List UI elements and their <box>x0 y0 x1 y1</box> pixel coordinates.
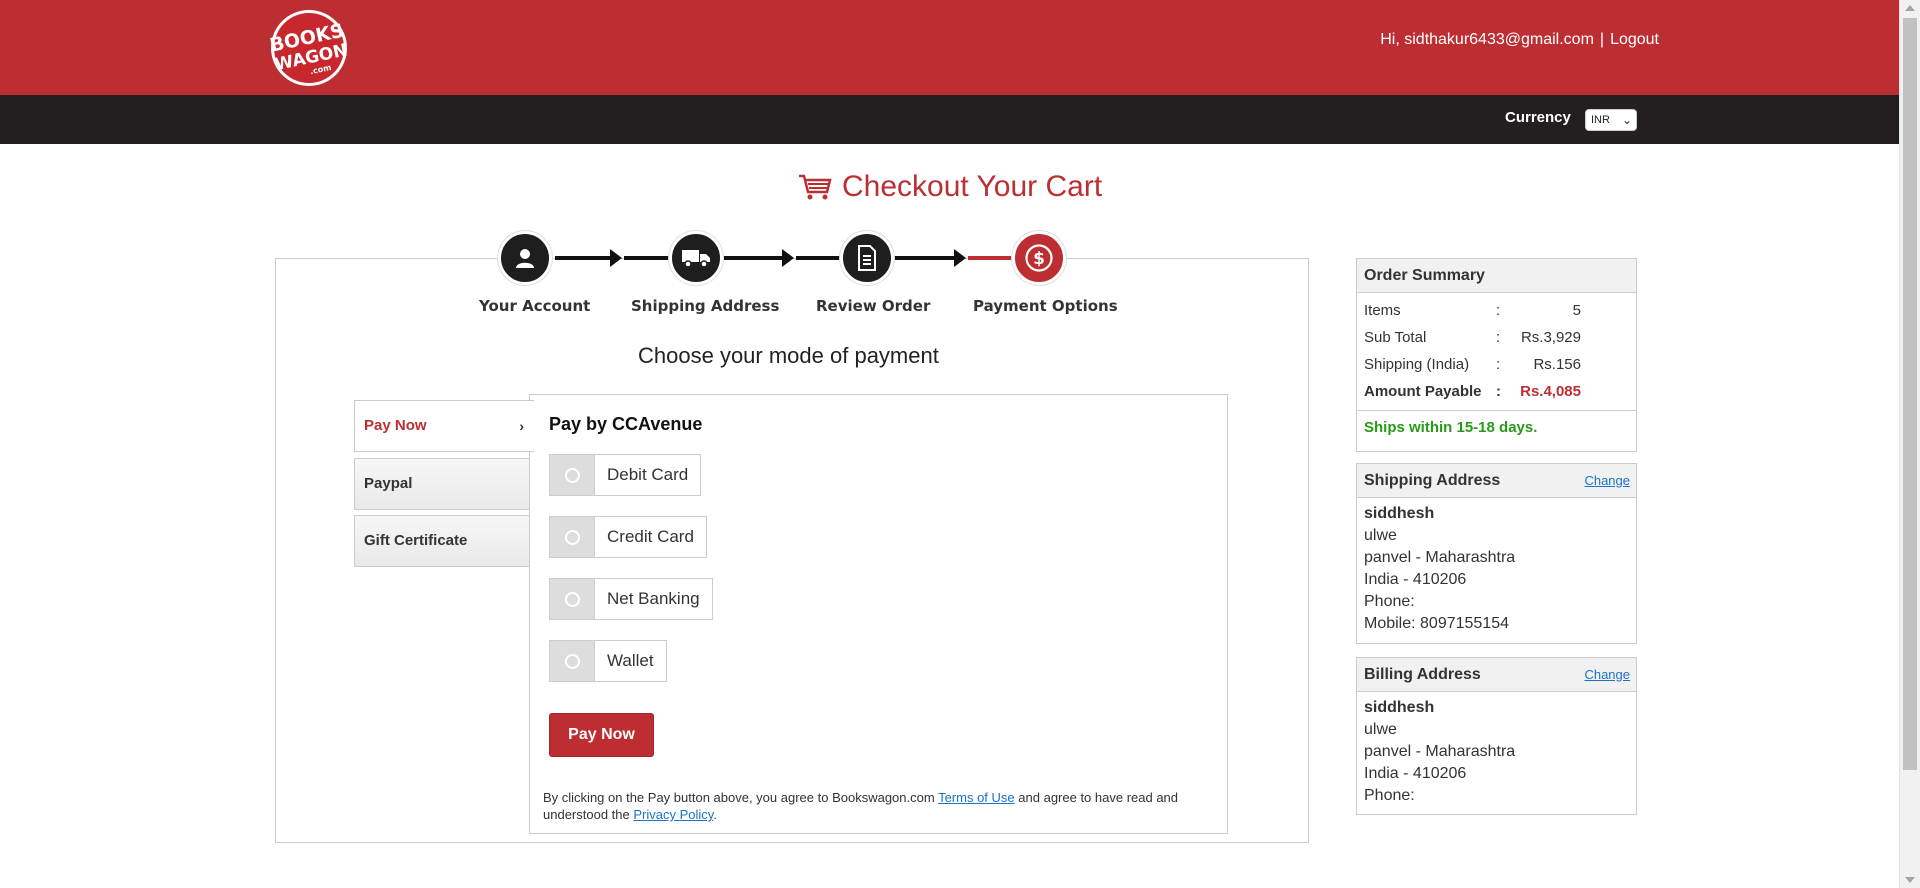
address-line: panvel - Maharashtra <box>1364 549 1516 566</box>
order-summary-box: Order Summary Items : 5 Sub Total : Rs.3… <box>1356 258 1637 452</box>
user-greeting: Hi, sidthakur6433@gmail.com <box>1380 31 1594 48</box>
billing-address-title: Billing Address <box>1364 666 1481 683</box>
summary-key: Items <box>1364 302 1401 319</box>
bookswagon-logo[interactable]: BOOKS WAGON .com <box>262 8 356 88</box>
address-name: siddhesh <box>1364 505 1435 522</box>
address-mobile: Mobile: 8097155154 <box>1364 615 1510 632</box>
address-line: India - 410206 <box>1364 765 1467 782</box>
radio-button[interactable] <box>564 653 580 669</box>
tab-label: Gift Certificate <box>364 532 468 549</box>
option-debit-card[interactable]: Debit Card <box>549 454 702 496</box>
tab-label: Paypal <box>364 475 413 492</box>
radio-wrapper <box>550 641 595 681</box>
chevron-down-icon: ⌄ <box>1621 113 1632 127</box>
scroll-down-arrow[interactable] <box>1905 877 1915 883</box>
summary-row-amount-payable: Amount Payable : Rs.4,085 <box>1357 378 1636 410</box>
summary-value: Rs.156 <box>1533 356 1581 373</box>
separator: | <box>1599 31 1605 48</box>
summary-key: Sub Total <box>1364 329 1427 346</box>
page-scrollbar[interactable] <box>1899 0 1920 888</box>
address-line: India - 410206 <box>1364 571 1467 588</box>
summary-colon: : <box>1496 329 1501 346</box>
option-label: Wallet <box>607 651 654 670</box>
billing-address-details: siddhesh ulwe panvel - Maharashtra India… <box>1357 692 1636 813</box>
change-shipping-link[interactable]: Change <box>1584 464 1630 498</box>
change-billing-link[interactable]: Change <box>1584 658 1630 692</box>
address-line: ulwe <box>1364 527 1397 544</box>
option-label: Debit Card <box>607 465 689 484</box>
payment-title: Pay by CCAvenue <box>549 414 703 434</box>
address-line: ulwe <box>1364 721 1397 738</box>
terms-of-use-link[interactable]: Terms of Use <box>938 790 1015 805</box>
shipping-time-note: Ships within 15-18 days. <box>1357 410 1636 443</box>
option-credit-card[interactable]: Credit Card <box>549 516 707 558</box>
pay-now-button[interactable]: Pay Now <box>549 713 654 757</box>
cart-icon <box>799 174 832 200</box>
billing-address-box: Billing Address Change siddhesh ulwe pan… <box>1356 657 1637 815</box>
tab-label: Pay Now <box>364 417 427 434</box>
radio-wrapper <box>550 517 595 557</box>
summary-value: 5 <box>1572 302 1581 319</box>
billing-address-header: Billing Address Change <box>1357 658 1636 692</box>
summary-colon: : <box>1496 356 1501 373</box>
tab-pay-now[interactable]: Pay Now › <box>354 400 534 452</box>
page-title-text: Checkout Your Cart <box>842 170 1103 203</box>
option-wallet[interactable]: Wallet <box>549 640 667 682</box>
privacy-policy-link[interactable]: Privacy Policy <box>633 807 713 822</box>
choose-mode-heading: Choose your mode of payment <box>638 343 939 368</box>
currency-select[interactable]: INR ⌄ <box>1585 109 1637 131</box>
chevron-right-icon: › <box>519 418 524 434</box>
summary-value: Rs.4,085 <box>1520 383 1581 400</box>
shipping-address-details: siddhesh ulwe panvel - Maharashtra India… <box>1357 498 1636 641</box>
summary-row-subtotal: Sub Total : Rs.3,929 <box>1357 324 1636 351</box>
radio-wrapper <box>550 579 595 619</box>
option-label: Credit Card <box>607 527 694 546</box>
order-summary-title: Order Summary <box>1357 259 1636 293</box>
terms-prefix: By clicking on the Pay button above, you… <box>543 790 935 805</box>
radio-button[interactable] <box>564 591 580 607</box>
radio-button[interactable] <box>564 467 580 483</box>
tab-paypal[interactable]: Paypal <box>354 458 532 510</box>
option-label: Net Banking <box>607 589 700 608</box>
shipping-address-box: Shipping Address Change siddhesh ulwe pa… <box>1356 463 1637 644</box>
summary-colon: : <box>1496 383 1501 400</box>
terms-suffix: . <box>713 807 717 822</box>
option-net-banking[interactable]: Net Banking <box>549 578 713 620</box>
currency-label: Currency <box>1505 109 1571 126</box>
page-title: Checkout Your Cart <box>798 170 1102 204</box>
summary-key: Shipping (India) <box>1364 356 1470 373</box>
tab-gift-certificate[interactable]: Gift Certificate <box>354 515 532 567</box>
terms-text: By clicking on the Pay button above, you… <box>543 789 1223 823</box>
address-name: siddhesh <box>1364 699 1435 716</box>
order-summary-title-text: Order Summary <box>1364 267 1485 284</box>
summary-row-shipping: Shipping (India) : Rs.156 <box>1357 351 1636 378</box>
summary-row-items: Items : 5 <box>1357 297 1636 324</box>
shipping-address-header: Shipping Address Change <box>1357 464 1636 498</box>
user-info: Hi, sidthakur6433@gmail.com | Logout <box>1380 31 1659 49</box>
radio-wrapper <box>550 455 595 495</box>
currency-value: INR <box>1591 114 1610 126</box>
scroll-up-arrow[interactable] <box>1905 5 1915 11</box>
shipping-address-title: Shipping Address <box>1364 472 1501 489</box>
summary-key: Amount Payable <box>1364 383 1482 400</box>
address-phone: Phone: <box>1364 787 1415 804</box>
address-line: panvel - Maharashtra <box>1364 743 1516 760</box>
address-phone: Phone: <box>1364 593 1415 610</box>
summary-colon: : <box>1496 302 1501 319</box>
radio-button[interactable] <box>564 529 580 545</box>
scroll-thumb[interactable] <box>1903 18 1917 770</box>
logout-link[interactable]: Logout <box>1610 31 1659 48</box>
summary-value: Rs.3,929 <box>1520 329 1581 346</box>
